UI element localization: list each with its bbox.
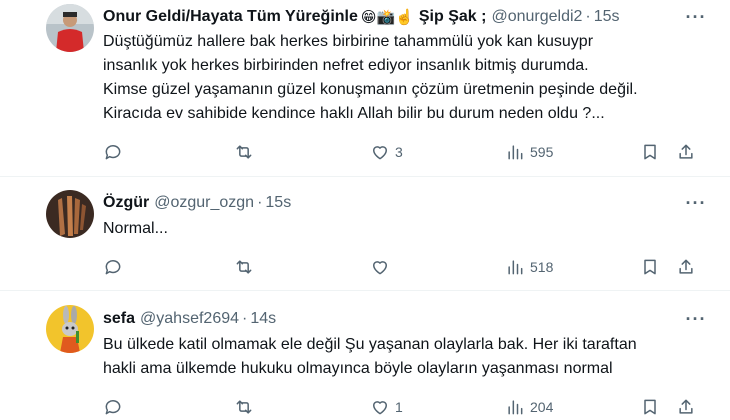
display-name[interactable]: sefa xyxy=(103,310,135,328)
name-emojis: 😁📸☝️ xyxy=(360,9,414,26)
bookmark-button[interactable] xyxy=(640,395,660,419)
separator-dot: · xyxy=(242,310,248,327)
like-count: 3 xyxy=(395,144,403,160)
bookmark-icon xyxy=(644,259,656,275)
like-icon xyxy=(373,146,387,160)
tweet-header: Özgür @ozgur_ozgn · 15s xyxy=(103,192,702,214)
like-count: 1 xyxy=(395,399,403,415)
bookmark-icon xyxy=(644,144,656,160)
share-icon xyxy=(679,259,693,274)
share-button[interactable] xyxy=(676,140,696,164)
like-icon xyxy=(373,261,387,275)
action-bar: 518 xyxy=(100,255,710,279)
more-icon[interactable]: ··· xyxy=(684,192,708,214)
user-handle[interactable]: @onurgeldi2 xyxy=(491,8,582,26)
reply-icon xyxy=(105,145,121,160)
tweet-text-line: Normal... xyxy=(103,220,168,237)
bookmark-button[interactable] xyxy=(640,255,660,279)
like-icon xyxy=(373,401,387,415)
retweet-button[interactable] xyxy=(234,395,254,419)
more-icon[interactable]: ··· xyxy=(684,6,708,28)
views-count: 518 xyxy=(530,259,554,275)
views-icon xyxy=(508,145,523,160)
tweet-text: Bu ülkede katil olmamak ele değil Şu yaş… xyxy=(103,333,703,381)
action-bar: 1 204 xyxy=(100,395,710,419)
tweet-text-line: Kimse güzel yaşamanın güzel konuşmanın ç… xyxy=(103,81,638,98)
like-button[interactable]: 1 xyxy=(370,395,403,419)
tweet-onur[interactable]: Onur Geldi/Hayata Tüm Yüreğinle 😁📸☝️ Şip… xyxy=(0,0,730,176)
avatar[interactable] xyxy=(46,4,94,52)
tweet-text-line: hakli ama ülkemde hukuku olmayınca böyle… xyxy=(103,360,613,377)
separator-dot: · xyxy=(257,194,263,211)
more-icon[interactable]: ··· xyxy=(684,308,708,330)
tweet-text: Düştüğümüz hallere bak herkes birbirine … xyxy=(103,30,703,126)
reply-button[interactable] xyxy=(103,395,123,419)
separator-dot: · xyxy=(585,8,591,25)
tweet-text-line: insanlık yok herkes birbirinden nefret e… xyxy=(103,57,589,74)
views-icon xyxy=(508,400,523,415)
views-button[interactable]: 204 xyxy=(505,395,553,419)
retweet-icon xyxy=(236,145,252,159)
tweet-sefa[interactable]: sefa @yahsef2694 · 14s ··· Bu ülkede kat… xyxy=(0,291,730,420)
views-icon xyxy=(508,260,523,275)
reply-icon xyxy=(105,260,121,275)
views-count: 595 xyxy=(530,144,554,160)
user-handle[interactable]: @ozgur_ozgn xyxy=(154,194,254,212)
tweet-header: sefa @yahsef2694 · 14s xyxy=(103,308,702,330)
action-bar: 3 595 xyxy=(100,140,710,164)
display-name-suffix[interactable]: Şip Şak ; xyxy=(419,8,487,26)
tweet-text-line: Kiracıda ev sahibide kendince haklı Alla… xyxy=(103,105,605,122)
display-name[interactable]: Onur Geldi/Hayata Tüm Yüreğinle xyxy=(103,8,358,26)
tweet-text-line: Bu ülkede katil olmamak ele değil Şu yaş… xyxy=(103,336,637,353)
retweet-button[interactable] xyxy=(234,255,254,279)
views-count: 204 xyxy=(530,399,554,415)
tweet-text-line: Düştüğümüz hallere bak herkes birbirine … xyxy=(103,33,594,50)
tweet-text: Normal... xyxy=(103,217,703,241)
share-icon xyxy=(679,144,693,159)
like-button[interactable] xyxy=(370,255,395,279)
timestamp[interactable]: 15s xyxy=(594,8,620,26)
bookmark-icon xyxy=(644,399,656,415)
user-handle[interactable]: @yahsef2694 xyxy=(140,310,239,328)
views-button[interactable]: 595 xyxy=(505,140,553,164)
timestamp[interactable]: 14s xyxy=(250,310,276,328)
avatar[interactable] xyxy=(46,190,94,238)
share-button[interactable] xyxy=(676,395,696,419)
retweet-icon xyxy=(236,260,252,274)
retweet-icon xyxy=(236,400,252,414)
reply-icon xyxy=(105,400,121,415)
timestamp[interactable]: 15s xyxy=(265,194,291,212)
retweet-button[interactable] xyxy=(234,140,254,164)
tweet-header: Onur Geldi/Hayata Tüm Yüreğinle 😁📸☝️ Şip… xyxy=(103,6,702,28)
share-button[interactable] xyxy=(676,255,696,279)
bookmark-button[interactable] xyxy=(640,140,660,164)
display-name[interactable]: Özgür xyxy=(103,194,149,212)
share-icon xyxy=(679,399,693,414)
avatar[interactable] xyxy=(46,305,94,353)
tweet-ozgur[interactable]: Özgür @ozgur_ozgn · 15s ··· Normal... 51… xyxy=(0,177,730,290)
reply-button[interactable] xyxy=(103,140,123,164)
reply-button[interactable] xyxy=(103,255,123,279)
views-button[interactable]: 518 xyxy=(505,255,553,279)
like-button[interactable]: 3 xyxy=(370,140,403,164)
